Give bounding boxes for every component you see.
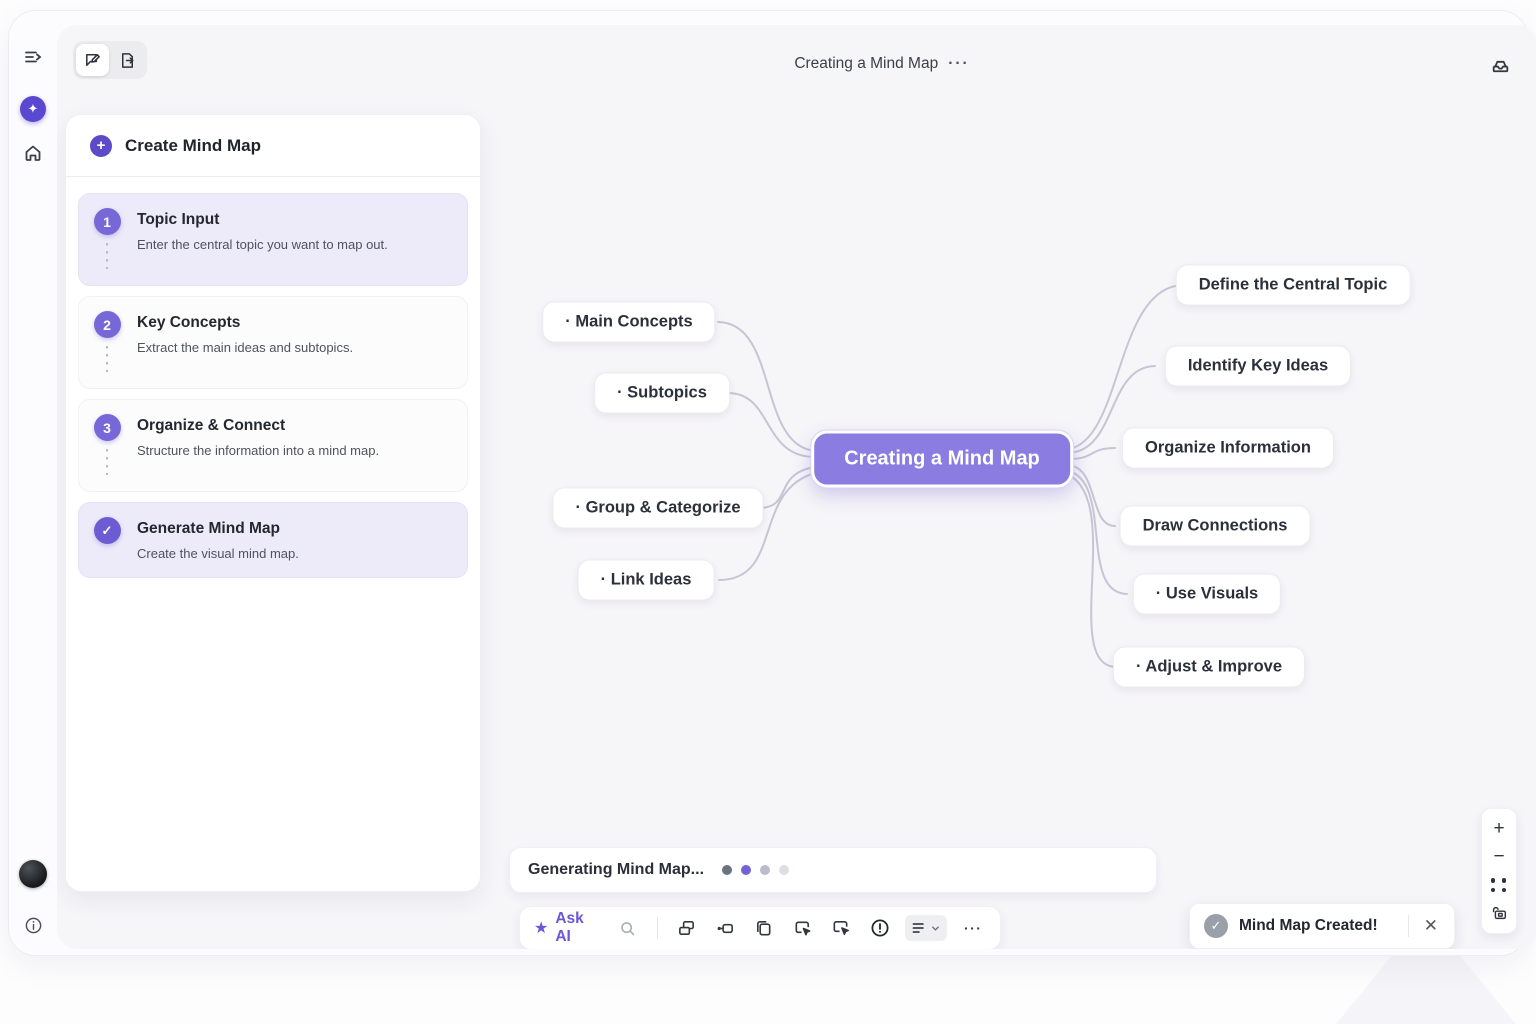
zoom-controls: + − (1481, 808, 1517, 934)
info-circle-icon[interactable] (867, 915, 893, 941)
step-indicator-column: 1 (93, 208, 121, 269)
toast-divider (1408, 915, 1409, 937)
progress-dot (779, 865, 789, 875)
title-more-button[interactable]: ··· (948, 55, 970, 73)
mindmap-node[interactable]: Identify Key Ideas (1165, 346, 1351, 387)
step-description: Create the visual mind map. (137, 546, 299, 561)
star-icon: ★ (534, 918, 548, 938)
lock-element-button[interactable] (1486, 901, 1512, 925)
canvas-area[interactable]: Creating a Mind Map ··· + Create Mind Ma… (57, 25, 1536, 949)
step-title: Topic Input (137, 208, 388, 229)
step-check-icon: ✓ (94, 517, 121, 544)
select-frame-icon[interactable] (790, 915, 816, 941)
app-window: ✦ (8, 10, 1528, 956)
mindmap-node[interactable]: Define the Central Topic (1176, 265, 1411, 306)
info-icon[interactable] (15, 907, 51, 943)
fit-view-button[interactable] (1486, 873, 1512, 897)
dots-grid-icon (1491, 878, 1508, 892)
window-title-row: Creating a Mind Map ··· (57, 55, 1536, 73)
status-progress-dots (722, 865, 789, 875)
check-circle-icon: ✓ (1204, 914, 1228, 938)
avatar-image (19, 860, 47, 888)
step-title: Generate Mind Map (137, 517, 299, 538)
step-connector-dots (106, 346, 108, 372)
ask-ai-label: Ask AI (555, 910, 602, 946)
step-item[interactable]: 1 Topic Input Enter the central topic you … (78, 193, 468, 286)
step-text: Topic Input Enter the central topic you w… (137, 208, 388, 269)
step-description: Structure the information into a mind ma… (137, 443, 379, 458)
step-description: Extract the main ideas and subtopics. (137, 340, 353, 355)
step-item[interactable]: 2 Key Concepts Extract the main ideas and … (78, 296, 468, 389)
step-indicator-column: 3 (93, 414, 121, 475)
mindmap-node[interactable]: · Subtopics (594, 373, 730, 414)
chevron-down-icon (930, 923, 941, 934)
step-description: Enter the central topic you want to map … (137, 237, 388, 252)
status-label: Generating Mind Map... (528, 861, 704, 879)
mindmap-node[interactable]: · Use Visuals (1133, 574, 1281, 615)
step-title: Key Concepts (137, 311, 353, 332)
more-options-button[interactable]: ··· (960, 915, 986, 941)
page-title: Creating a Mind Map (794, 55, 938, 73)
generation-status-bar: Generating Mind Map... (509, 847, 1157, 893)
step-title: Organize & Connect (137, 414, 379, 435)
app-logo-icon[interactable]: ✦ (15, 91, 51, 127)
canvas-toolbar: ★ Ask AI (519, 906, 1001, 949)
frames-icon[interactable] (674, 915, 700, 941)
toast-close-button[interactable]: ✕ (1420, 916, 1442, 936)
progress-dot (741, 865, 751, 875)
toolbar-divider (657, 917, 658, 939)
insert-node-icon[interactable] (712, 915, 738, 941)
step-text: Key Concepts Extract the main ideas and s… (137, 311, 353, 372)
zoom-in-button[interactable]: + (1486, 817, 1512, 841)
ask-ai-button[interactable]: ★ Ask AI (534, 910, 602, 946)
step-item[interactable]: ✓ Generate Mind Map Create the visual mind… (78, 502, 468, 578)
mindmap-node[interactable]: Organize Information (1122, 428, 1334, 469)
toast-notification: ✓ Mind Map Created! ✕ (1189, 903, 1455, 949)
sparkle-icon: ✦ (20, 96, 46, 122)
mindmap-node[interactable]: · Group & Categorize (552, 488, 763, 529)
sidebar-toggle-icon[interactable] (15, 39, 51, 75)
lock-icon (1490, 904, 1508, 922)
mindmap-node[interactable]: Draw Connections (1120, 506, 1311, 547)
layout-options-button[interactable] (905, 915, 947, 941)
steps-list: 1 Topic Input Enter the central topic you … (66, 177, 480, 604)
user-avatar[interactable] (15, 856, 51, 892)
step-text: Generate Mind Map Create the visual mind … (137, 517, 299, 561)
step-connector-dots (106, 449, 108, 475)
step-item[interactable]: 3 Organize & Connect Structure the informa… (78, 399, 468, 492)
progress-dot (722, 865, 732, 875)
copy-stack-icon[interactable] (751, 915, 777, 941)
inbox-icon[interactable] (1490, 55, 1511, 76)
create-mindmap-panel: + Create Mind Map 1 Topic Input Enter the … (65, 114, 481, 892)
panel-title: Create Mind Map (125, 136, 261, 156)
step-number-badge: 2 (94, 311, 121, 338)
toast-message: Mind Map Created! (1239, 917, 1397, 935)
step-indicator-column: 2 (93, 311, 121, 372)
mindmap-node[interactable]: · Adjust & Improve (1113, 647, 1305, 688)
progress-dot (760, 865, 770, 875)
select-frame-alt-icon[interactable] (828, 915, 854, 941)
left-rail: ✦ (9, 11, 57, 955)
mindmap-node[interactable]: · Link Ideas (578, 560, 715, 601)
step-number-badge: 3 (94, 414, 121, 441)
search-icon[interactable] (615, 915, 641, 941)
mindmap-node[interactable]: · Main Concepts (542, 302, 715, 343)
step-indicator-column: ✓ (93, 517, 121, 561)
step-number-badge: 1 (94, 208, 121, 235)
plus-icon: + (90, 135, 112, 157)
panel-header: + Create Mind Map (66, 115, 480, 177)
step-text: Organize & Connect Structure the informat… (137, 414, 379, 475)
home-icon[interactable] (15, 135, 51, 171)
step-connector-dots (106, 243, 108, 269)
zoom-out-button[interactable]: − (1486, 845, 1512, 869)
central-node[interactable]: Creating a Mind Map (811, 431, 1073, 488)
ellipsis-icon: ··· (964, 920, 983, 936)
